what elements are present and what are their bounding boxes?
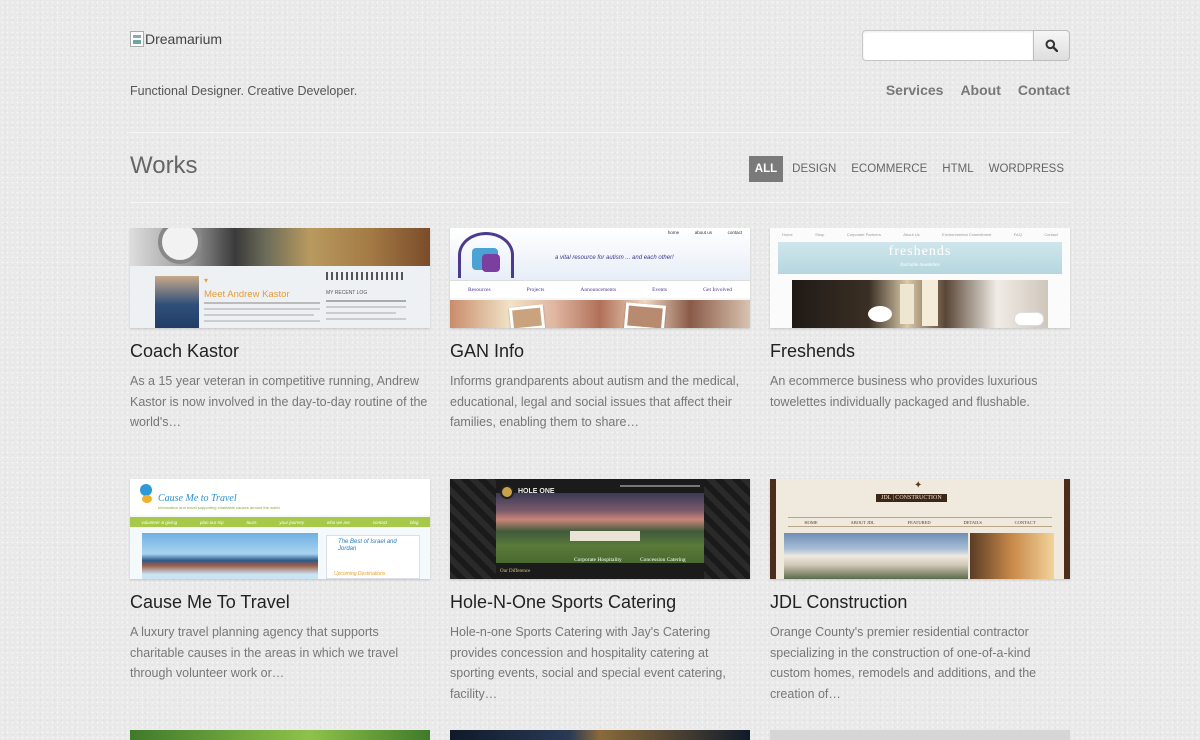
kastor-side-heading: MY RECENT LOG <box>326 290 368 296</box>
site-logo[interactable]: Dreamarium <box>130 31 222 47</box>
gan-menu-item: Projects <box>526 286 545 293</box>
work-description: Orange County's premier residential cont… <box>770 625 1037 701</box>
work-title[interactable]: Freshends <box>770 341 1070 362</box>
header-divider <box>130 132 1070 133</box>
work-description: As a 15 year veteran in competitive runn… <box>130 374 428 429</box>
jdl-menu-item: HOME <box>804 519 818 525</box>
travel-menu-item: blog <box>410 519 419 525</box>
travel-menu-item: volunteer & giving <box>141 519 178 525</box>
work-title[interactable]: GAN Info <box>450 341 750 362</box>
travel-promo-2: Upcoming Destinations <box>334 571 386 577</box>
kastor-heading: Meet Andrew Kastor <box>204 289 290 300</box>
freshends-menu-item: Environmental Commitment <box>942 231 992 237</box>
work-thumbnail[interactable]: home about us contact a vital resource f… <box>450 228 750 328</box>
work-title[interactable]: JDL Construction <box>770 592 1070 613</box>
filter-all[interactable]: ALL <box>748 156 784 182</box>
work-thumbnail-partial[interactable] <box>450 730 750 740</box>
work-card-gan-info[interactable]: home about us contact a vital resource f… <box>450 228 750 433</box>
hole-logo: HOLE ONE <box>518 488 555 495</box>
works-filters: ALL DESIGN ECOMMERCE HTML WORDPRESS <box>746 156 1070 182</box>
travel-menu-item: who we are <box>326 519 350 525</box>
freshends-menu-item: Contact <box>1044 231 1058 237</box>
work-thumbnail-partial[interactable] <box>770 730 1070 740</box>
filter-wordpress[interactable]: WORDPRESS <box>983 156 1070 182</box>
work-title[interactable]: Hole-N-One Sports Catering <box>450 592 750 613</box>
gan-menu-item: Announcements <box>580 286 617 293</box>
search-input[interactable] <box>862 30 1034 61</box>
work-description: Hole-n-one Sports Catering with Jay's Ca… <box>450 625 726 701</box>
gan-menu-item: Resources <box>468 286 491 293</box>
nav-contact[interactable]: Contact <box>1018 82 1070 98</box>
work-thumbnail[interactable]: ✦ JDL | CONSTRUCTION HOME ABOUT JDL FEAT… <box>770 479 1070 579</box>
work-title[interactable]: Cause Me To Travel <box>130 592 430 613</box>
gan-menu-item: Get Involved <box>703 286 732 293</box>
freshends-menu-item: Home <box>782 231 793 237</box>
work-title[interactable]: Coach Kastor <box>130 341 430 362</box>
jdl-menu-item: ABOUT JDL <box>850 519 875 525</box>
broken-image-icon <box>130 31 144 47</box>
freshends-menu-item: FAQ <box>1013 231 1022 237</box>
jdl-menu-item: CONTACT <box>1014 519 1036 525</box>
freshends-sub: flushable towelettes <box>900 262 940 267</box>
travel-menu-item: your journey <box>279 519 305 525</box>
hole-label-2: Concession Catering <box>640 557 686 563</box>
gan-top-link: contact <box>727 230 743 235</box>
work-description: Informs grandparents about autism and th… <box>450 374 740 429</box>
work-thumbnail[interactable]: ▾ Meet Andrew Kastor MY RECENT LOG <box>130 228 430 328</box>
work-card-hole-n-one[interactable]: HOLE ONE Corporate Hospitality Concessio… <box>450 479 750 704</box>
work-description: A luxury travel planning agency that sup… <box>130 625 399 680</box>
gan-top-link: about us <box>694 230 712 235</box>
filter-ecommerce[interactable]: ECOMMERCE <box>845 156 933 182</box>
gan-slogan: a vital resource for autism ... and each… <box>555 255 674 261</box>
gan-top-link: home <box>667 230 680 235</box>
work-card-cause-me-to-travel[interactable]: Cause Me to Travel Information and trave… <box>130 479 430 684</box>
work-thumbnail-partial[interactable] <box>130 730 430 740</box>
hole-label-1: Corporate Hospitality <box>574 557 622 563</box>
travel-menu-item: plan our trip <box>199 519 224 525</box>
nav-services[interactable]: Services <box>886 82 944 98</box>
filter-html[interactable]: HTML <box>936 156 979 182</box>
work-card-freshends[interactable]: Home Shop Corporate Partners About Us En… <box>770 228 1070 412</box>
jdl-menu-item: FEATURED <box>907 519 931 525</box>
page: Dreamarium Functional Designer. Creative… <box>130 0 1070 740</box>
jdl-logo: JDL | CONSTRUCTION <box>876 494 947 502</box>
freshends-logo: freshends <box>888 244 952 259</box>
work-thumbnail[interactable]: HOLE ONE Corporate Hospitality Concessio… <box>450 479 750 579</box>
travel-tagline: Information and travel supporting charit… <box>158 505 280 510</box>
search-form <box>862 30 1070 61</box>
search-button[interactable] <box>1033 30 1070 61</box>
travel-menu-item: contact <box>372 519 388 525</box>
work-thumbnail[interactable]: Home Shop Corporate Partners About Us En… <box>770 228 1070 328</box>
hole-footer: Our Difference <box>500 569 531 574</box>
freshends-menu-item: Shop <box>815 231 825 237</box>
site-tagline: Functional Designer. Creative Developer. <box>130 84 358 98</box>
work-card-jdl-construction[interactable]: ✦ JDL | CONSTRUCTION HOME ABOUT JDL FEAT… <box>770 479 1070 704</box>
filter-design[interactable]: DESIGN <box>786 156 842 182</box>
jdl-menu-item: DETAILS <box>963 519 982 525</box>
travel-menu-item: tours <box>246 519 257 525</box>
works-title: Works <box>130 152 198 179</box>
travel-logo: Cause Me to Travel <box>158 493 237 504</box>
work-description: An ecommerce business who provides luxur… <box>770 374 1038 409</box>
gan-menu-item: Events <box>652 286 668 293</box>
freshends-menu-item: Corporate Partners <box>846 231 881 237</box>
works-divider <box>130 202 1070 203</box>
search-icon <box>1045 39 1058 52</box>
freshends-menu-item: About Us <box>903 231 920 237</box>
travel-promo: The Best of Israel and Jordan <box>338 539 397 552</box>
logo-alt-text: Dreamarium <box>145 31 223 47</box>
nav-about[interactable]: About <box>960 82 1000 98</box>
work-card-coach-kastor[interactable]: ▾ Meet Andrew Kastor MY RECENT LOG Coach… <box>130 228 430 433</box>
main-nav: Services About Contact <box>886 82 1070 98</box>
work-thumbnail[interactable]: Cause Me to Travel Information and trave… <box>130 479 430 579</box>
